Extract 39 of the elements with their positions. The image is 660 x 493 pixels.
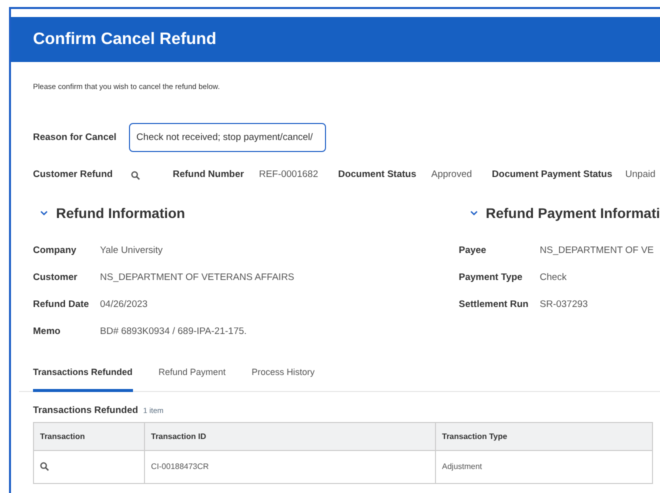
tab[interactable]: Refund Payment — [158, 366, 226, 392]
field-value: SR-037293 — [540, 298, 588, 312]
field-label: Refund Number — [172, 168, 244, 182]
page-title: Confirm Cancel Refund — [33, 30, 216, 50]
section-title: Refund Payment Informati — [486, 204, 660, 222]
column-header: Transaction Type — [436, 422, 652, 451]
field-label: Document Payment Status — [492, 168, 612, 182]
table-cell: CI-00188473CR — [144, 450, 436, 484]
table-cell: Adjustment — [436, 450, 652, 484]
chevron-icon[interactable] — [40, 210, 48, 216]
field-value: Approved — [431, 168, 472, 182]
column-header: Transaction ID — [144, 422, 436, 451]
table-title: Transactions Refunded — [33, 404, 138, 418]
field-value: Yale University — [100, 244, 163, 258]
tab[interactable]: Process History — [252, 366, 315, 392]
field-label: Document Status — [338, 168, 416, 182]
search-icon[interactable] — [130, 170, 140, 180]
field-label: Customer — [33, 271, 78, 286]
field-value: NS_DEPARTMENT OF VETERANS AFFAIRS — [100, 271, 294, 286]
field-label: Settlement Run — [458, 298, 530, 312]
field-label: Reason for Cancel — [33, 130, 116, 145]
section-title: Refund Information — [56, 204, 186, 222]
field-value: NS_DEPARTMENT OF VE — [540, 244, 654, 258]
column-header: Transaction — [34, 422, 144, 451]
field-label: Payee — [458, 244, 488, 258]
field-value: Unpaid — [625, 168, 656, 182]
field-label: Customer Refund — [33, 168, 113, 182]
field-value: BD# 6893K0934 / 689-IPA-21-175. — [100, 325, 247, 340]
field-value: Check — [540, 271, 567, 286]
field-label: Memo — [33, 325, 62, 340]
field-label: Refund Date — [33, 298, 90, 312]
field-value: REF-0001682 — [258, 168, 318, 182]
search-icon[interactable] — [40, 462, 49, 472]
reason-field[interactable]: Check not received; stop payment/cancel/ — [129, 123, 326, 152]
chevron-icon[interactable] — [470, 210, 478, 216]
field-label: Company — [33, 244, 78, 258]
tab[interactable]: Transactions Refunded — [33, 366, 133, 392]
field-value: 04/26/2023 — [100, 298, 148, 312]
field-label: Payment Type — [458, 271, 524, 286]
